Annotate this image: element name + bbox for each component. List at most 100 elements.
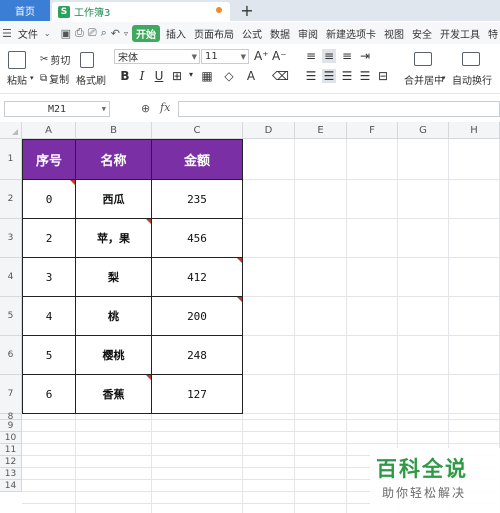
column-header-b[interactable]: B <box>76 122 152 139</box>
name-box[interactable]: M21 ▼ <box>4 101 110 117</box>
menu-view[interactable]: 视图 <box>380 26 408 41</box>
row-header-10[interactable]: 10 <box>0 432 22 444</box>
align-bottom-icon[interactable]: ≡ <box>340 49 354 63</box>
merge-center-label[interactable]: 合并居中 <box>404 72 444 87</box>
more-border-icon[interactable]: ▾ <box>184 70 198 79</box>
distribute-icon[interactable]: ⊟ <box>376 69 390 83</box>
font-color-icon[interactable]: ▦ <box>200 69 214 83</box>
paste-dropdown-icon[interactable]: ▾ <box>30 74 34 82</box>
new-tab-button[interactable]: + <box>238 0 256 21</box>
border-icon[interactable]: ⊞ <box>170 69 184 83</box>
comment-marker-icon[interactable] <box>146 375 151 380</box>
wrap-text-button[interactable] <box>462 50 484 68</box>
table-cell-a[interactable]: 0 <box>22 180 76 219</box>
table-header-cell[interactable]: 名称 <box>76 139 152 180</box>
comment-marker-icon[interactable] <box>70 180 75 185</box>
select-all-corner[interactable] <box>0 122 22 139</box>
table-cell-b[interactable]: 香蕉 <box>76 375 152 414</box>
grow-font-icon[interactable]: A⁺ <box>254 49 269 63</box>
row-header-9[interactable]: 9 <box>0 420 22 432</box>
table-cell-c[interactable]: 456 <box>152 219 243 258</box>
export-pdf-icon[interactable]: ⎙ <box>75 26 84 40</box>
print-preview-icon[interactable]: ⌕ <box>101 26 107 40</box>
table-cell-a[interactable]: 5 <box>22 336 76 375</box>
formula-input[interactable] <box>178 101 500 117</box>
menu-more[interactable]: 特 <box>484 26 500 41</box>
font-name-select[interactable]: 宋体 ▼ <box>114 49 200 64</box>
table-cell-c[interactable]: 412 <box>152 258 243 297</box>
paste-button[interactable] <box>8 50 30 70</box>
tab-home[interactable]: 首页 <box>0 0 50 21</box>
table-cell-b[interactable]: 梨 <box>76 258 152 297</box>
table-cell-a[interactable]: 3 <box>22 258 76 297</box>
format-painter-label[interactable]: 格式刷 <box>76 72 106 87</box>
clear-format-icon[interactable]: ⌫ <box>272 69 289 83</box>
menu-file[interactable]: 文件 <box>14 26 42 41</box>
tab-workbook[interactable]: S 工作簿3 <box>52 2 230 21</box>
column-header-h[interactable]: H <box>449 122 500 139</box>
cut-button[interactable]: ✂ 剪切 <box>40 52 70 67</box>
column-header-a[interactable]: A <box>22 122 76 139</box>
menu-insert[interactable]: 插入 <box>162 26 190 41</box>
menu-data[interactable]: 数据 <box>266 26 294 41</box>
bold-button[interactable]: B <box>118 69 132 83</box>
row-header-12[interactable]: 12 <box>0 456 22 468</box>
comment-marker-icon[interactable] <box>146 219 151 224</box>
column-header-f[interactable]: F <box>347 122 398 139</box>
row-header-14[interactable]: 14 <box>0 480 22 492</box>
table-cell-c[interactable]: 248 <box>152 336 243 375</box>
print-icon[interactable]: ⎚ <box>88 26 97 40</box>
menu-new-tab[interactable]: 新建选项卡 <box>322 26 380 41</box>
menu-page-layout[interactable]: 页面布局 <box>190 26 238 41</box>
align-top-icon[interactable]: ≡ <box>304 49 318 63</box>
fx-icon[interactable]: fx <box>160 101 170 114</box>
menu-security[interactable]: 安全 <box>408 26 436 41</box>
justify-icon[interactable]: ☰ <box>358 69 372 83</box>
table-cell-c[interactable]: 200 <box>152 297 243 336</box>
table-cell-b[interactable]: 西瓜 <box>76 180 152 219</box>
menu-formula[interactable]: 公式 <box>238 26 266 41</box>
table-header-cell[interactable]: 序号 <box>22 139 76 180</box>
zoom-search-icon[interactable]: ⊕ <box>141 102 150 115</box>
menu-home-active[interactable]: 开始 <box>132 24 161 42</box>
menu-review[interactable]: 审阅 <box>294 26 322 41</box>
fill-color-icon[interactable]: ◇ <box>222 69 236 83</box>
row-header-1[interactable]: 1 <box>0 139 22 180</box>
table-cell-a[interactable]: 6 <box>22 375 76 414</box>
row-header-2[interactable]: 2 <box>0 180 22 219</box>
menu-developer[interactable]: 开发工具 <box>436 26 484 41</box>
table-cell-c[interactable]: 235 <box>152 180 243 219</box>
merge-center-button[interactable] <box>414 50 436 68</box>
column-header-e[interactable]: E <box>295 122 347 139</box>
italic-button[interactable]: I <box>135 69 149 83</box>
more-quick-icon[interactable]: ▿ <box>124 26 128 40</box>
underline-button[interactable]: U <box>152 69 166 83</box>
row-header-3[interactable]: 3 <box>0 219 22 258</box>
column-header-d[interactable]: D <box>243 122 295 139</box>
align-middle-icon[interactable]: ≡ <box>322 49 336 63</box>
save-icon[interactable]: ▣ <box>61 26 71 40</box>
row-header-13[interactable]: 13 <box>0 468 22 480</box>
align-right-icon[interactable]: ☰ <box>340 69 354 83</box>
format-painter-button[interactable] <box>80 50 100 70</box>
text-color-icon[interactable]: A <box>244 69 258 83</box>
row-header-7[interactable]: 7 <box>0 375 22 414</box>
paste-label[interactable]: 粘贴 <box>7 72 27 87</box>
merge-dropdown-icon[interactable]: ▾ <box>442 74 446 82</box>
undo-icon[interactable]: ↶ <box>111 26 120 40</box>
row-header-4[interactable]: 4 <box>0 258 22 297</box>
table-cell-b[interactable]: 桃 <box>76 297 152 336</box>
align-left-icon[interactable]: ☰ <box>304 69 318 83</box>
row-header-11[interactable]: 11 <box>0 444 22 456</box>
copy-button[interactable]: ⧉ 复制 <box>40 71 69 86</box>
table-cell-c[interactable]: 127 <box>152 375 243 414</box>
row-header-5[interactable]: 5 <box>0 297 22 336</box>
font-size-select[interactable]: 11 ▼ <box>201 49 249 64</box>
indent-icon[interactable]: ⇥ <box>358 49 372 63</box>
row-header-6[interactable]: 6 <box>0 336 22 375</box>
table-cell-a[interactable]: 4 <box>22 297 76 336</box>
table-cell-b[interactable]: 樱桃 <box>76 336 152 375</box>
comment-marker-icon[interactable] <box>237 258 242 263</box>
table-cell-b[interactable]: 苹，果 <box>76 219 152 258</box>
chevron-down-icon[interactable]: ⌄ <box>44 26 51 40</box>
